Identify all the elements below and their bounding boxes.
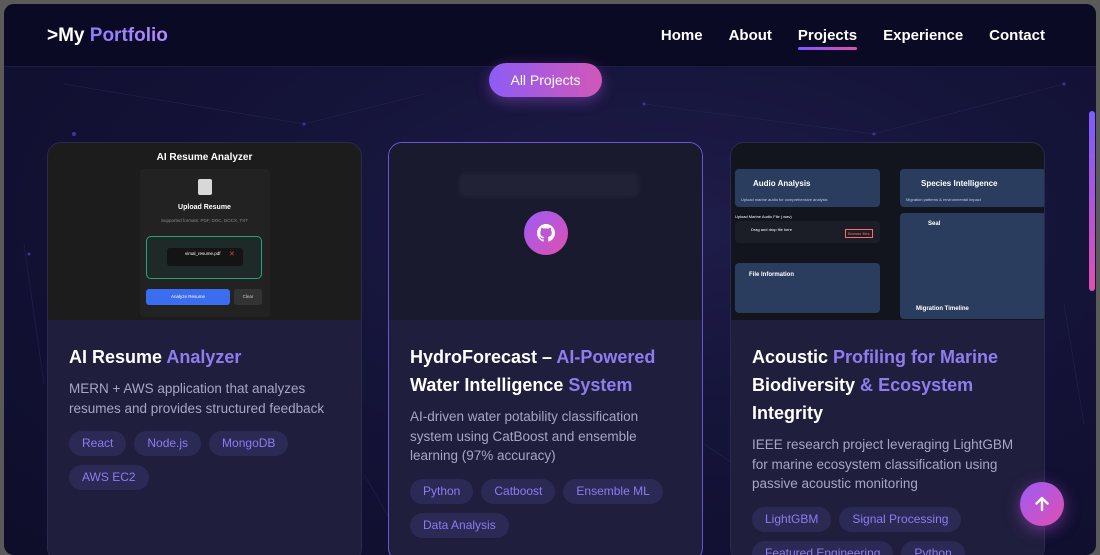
card-body: HydroForecast – AI-Powered Water Intelli…: [410, 343, 684, 538]
project-title: AI Resume Analyzer: [69, 343, 343, 371]
tag-list: Python Catboost Ensemble ML Data Analysi…: [410, 478, 684, 538]
project-card-acoustic-profiling[interactable]: Audio Analysis Upload marine audio for c…: [730, 142, 1045, 555]
thumb-title: AI Resume Analyzer: [156, 152, 253, 163]
title-accent: Profiling for Marine: [833, 347, 999, 367]
project-card-ai-resume[interactable]: AI Resume Analyzer Upload Resume Support…: [47, 142, 362, 555]
nav-projects[interactable]: Projects: [797, 27, 858, 50]
thumb-species-title: Species Intelligence: [921, 179, 998, 188]
nav-about[interactable]: About: [729, 27, 772, 44]
site-logo[interactable]: >My Portfolio: [47, 25, 168, 47]
title-accent: Analyzer: [166, 347, 242, 367]
thumb-file-info-box: [735, 263, 880, 313]
thumb-seal-box: [900, 213, 1044, 319]
tag: Node.js: [134, 431, 202, 456]
tag: Data Analysis: [410, 512, 509, 538]
project-description: AI-driven water potability classificatio…: [410, 409, 639, 463]
thumb-migration: Migration Timeline: [916, 306, 969, 312]
thumb-analyze-button: Analyze Resume: [146, 289, 230, 305]
tag: Featured Engineering: [752, 540, 894, 555]
tag: Ensemble ML: [563, 478, 663, 504]
project-description: IEEE research project leveraging LightGB…: [752, 437, 1014, 491]
thumb-supported-formats: Supported formats: PDF, DOC, DOCX, TXT: [161, 218, 248, 223]
scrollbar-thumb[interactable]: [1089, 111, 1095, 291]
logo-prefix: >My: [47, 25, 90, 46]
card-body: AI Resume Analyzer MERN + AWS applicatio…: [69, 343, 343, 490]
tag: Python: [410, 478, 474, 504]
title-accent: Ecosystem: [878, 375, 974, 395]
title-part: Integrity: [752, 403, 824, 423]
thumb-seal-label: Seal: [928, 221, 941, 227]
tag: Catboost: [481, 478, 556, 504]
tag: LightGBM: [752, 506, 832, 532]
scroll-to-top-button[interactable]: [1020, 482, 1064, 526]
thumb-upload-label: Upload Resume: [178, 204, 231, 211]
title-part: AI Resume: [69, 347, 167, 367]
tag: Python: [901, 540, 965, 555]
thumb-file-box: vimal_resume.pdf ✕: [146, 236, 262, 279]
tag: MongoDB: [209, 431, 289, 456]
tag-list: React Node.js MongoDB AWS EC2: [69, 431, 343, 490]
document-icon: [198, 179, 212, 195]
title-part: Water Intelligence: [410, 375, 569, 395]
title-part: Biodiversity: [752, 375, 861, 395]
nav-experience[interactable]: Experience: [883, 27, 963, 44]
nav-home[interactable]: Home: [661, 27, 703, 44]
page-frame: >My Portfolio Home About Projects Experi…: [4, 4, 1096, 555]
thumb-file-info: File Information: [749, 272, 794, 278]
thumb-blur: [459, 173, 639, 197]
project-thumbnail: [389, 143, 702, 320]
title-accent: &: [860, 375, 874, 395]
nav-contact[interactable]: Contact: [989, 27, 1045, 44]
thumb-browse-button: Browse files: [845, 229, 873, 238]
project-description: MERN + AWS application that analyzes res…: [69, 381, 325, 416]
tag: Signal Processing: [839, 506, 962, 532]
arrow-up-icon: [1035, 496, 1049, 512]
github-icon[interactable]: [524, 211, 568, 255]
thumb-audio-sub: Upload marine audio for comprehensive an…: [741, 197, 828, 202]
tag: React: [69, 431, 127, 456]
thumb-species-sub: Migration patterns & environmental impac…: [906, 197, 981, 202]
tag-list: LightGBM Signal Processing Featured Engi…: [752, 506, 1026, 555]
thumb-audio-title: Audio Analysis: [753, 179, 811, 188]
title-accent: System: [568, 375, 633, 395]
thumb-upload-title: Upload Marine Audio File (.wav): [735, 214, 792, 219]
nav-menu: Home About Projects Experience Contact: [661, 27, 1045, 50]
thumb-clear-button: Clear: [234, 289, 262, 305]
thumb-file-name: vimal_resume.pdf: [185, 251, 221, 256]
thumb-drop-text: Drag and drop file here: [751, 227, 792, 232]
close-icon: ✕: [229, 251, 235, 258]
title-accent: AI-Powered: [556, 347, 656, 367]
card-body: Acoustic Profiling for Marine Biodiversi…: [752, 343, 1026, 555]
project-card-hydroforecast[interactable]: HydroForecast – AI-Powered Water Intelli…: [388, 142, 703, 555]
project-title: HydroForecast – AI-Powered Water Intelli…: [410, 343, 684, 399]
logo-accent: Portfolio: [89, 25, 168, 46]
title-part: Acoustic: [752, 347, 834, 367]
all-projects-filter-button[interactable]: All Projects: [489, 63, 602, 97]
title-part: HydroForecast –: [410, 347, 557, 367]
project-thumbnail: AI Resume Analyzer Upload Resume Support…: [48, 143, 361, 320]
project-thumbnail: Audio Analysis Upload marine audio for c…: [731, 143, 1044, 320]
tag: AWS EC2: [69, 465, 149, 490]
project-title: Acoustic Profiling for Marine Biodiversi…: [752, 343, 1026, 427]
navbar: >My Portfolio Home About Projects Experi…: [4, 4, 1096, 67]
